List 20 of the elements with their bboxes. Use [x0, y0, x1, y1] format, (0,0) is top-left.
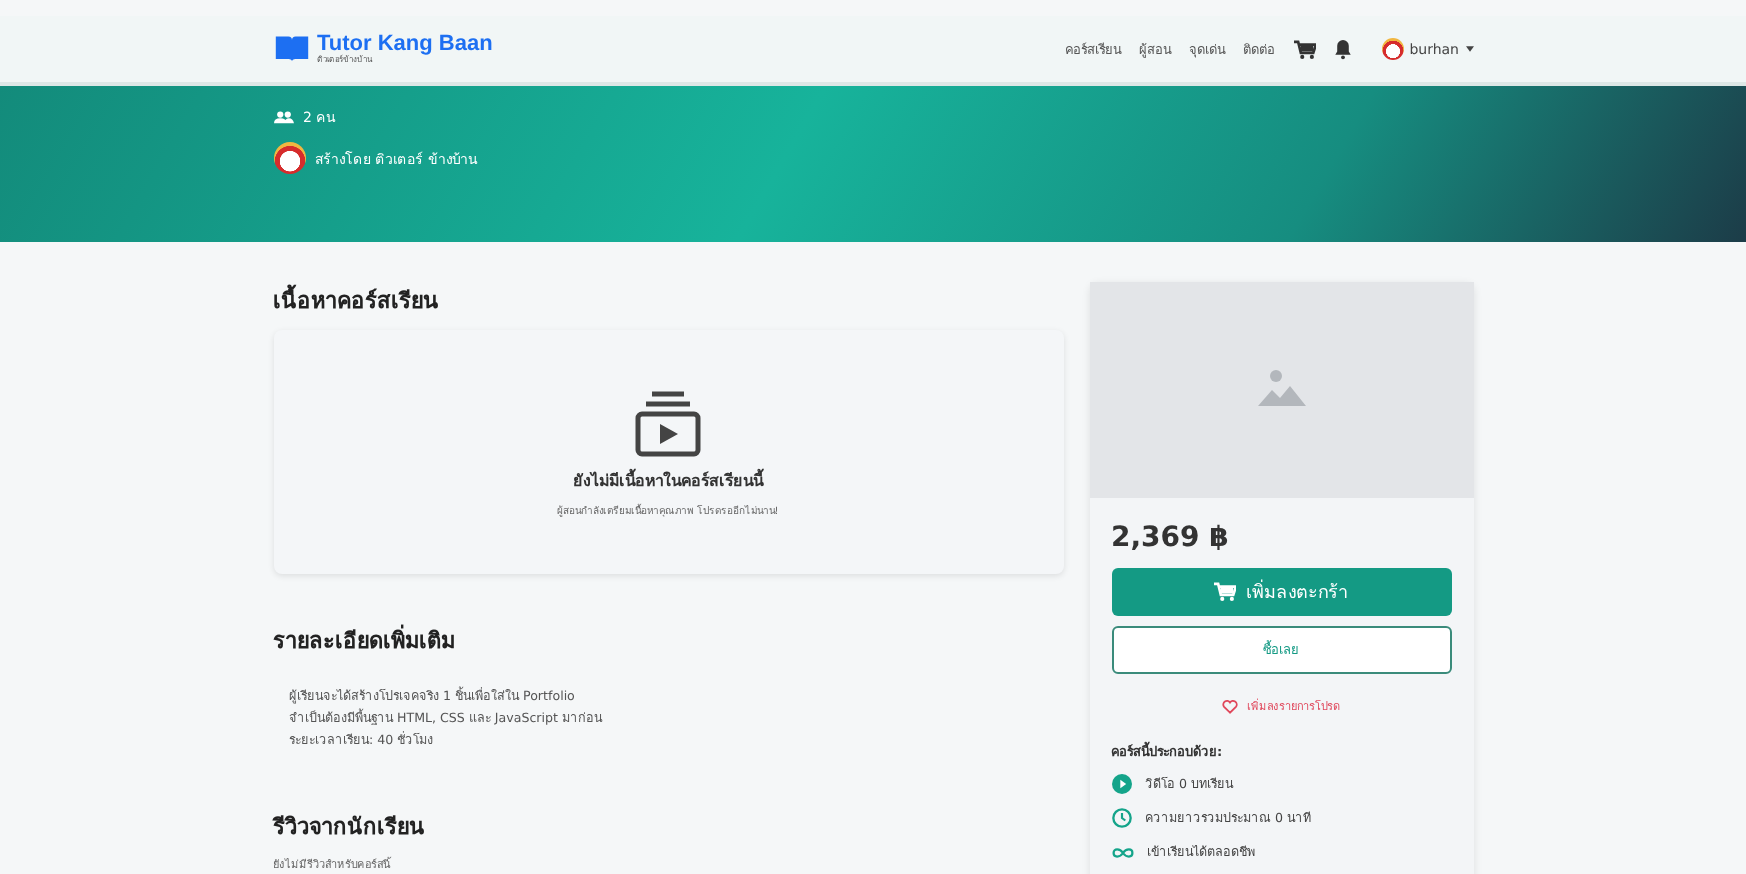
price: 2,369 ฿ [1111, 522, 1231, 554]
play-icon [1111, 774, 1131, 794]
clock-icon [1111, 808, 1131, 828]
brand-name[interactable]: Tutor Kang Baan [317, 34, 493, 56]
avatar-icon [273, 142, 305, 174]
bell-icon[interactable] [1333, 38, 1352, 60]
heart-icon [1221, 699, 1237, 713]
section-title: เนื้อหาคอร์สเรียน [273, 282, 441, 318]
video-stack-icon [632, 387, 704, 459]
cart-icon [1214, 582, 1236, 602]
book-icon [273, 34, 309, 64]
cart-icon[interactable] [1293, 39, 1316, 59]
section-title: รายละเอียดเพิ่มเติม [273, 622, 457, 658]
avatar-icon[interactable] [1381, 38, 1404, 60]
infinity-icon [1111, 845, 1133, 859]
section-title: รีวิวจากนักเรียน [273, 812, 427, 844]
caret-icon[interactable] [1465, 46, 1473, 52]
people-icon [273, 110, 293, 124]
add-to-cart-button[interactable]: เพิ่มลงตะกร้า [1111, 568, 1451, 616]
empty-title: ยังไม่มีเนื้อหาในคอร์สเรียนนี้ [573, 467, 763, 493]
